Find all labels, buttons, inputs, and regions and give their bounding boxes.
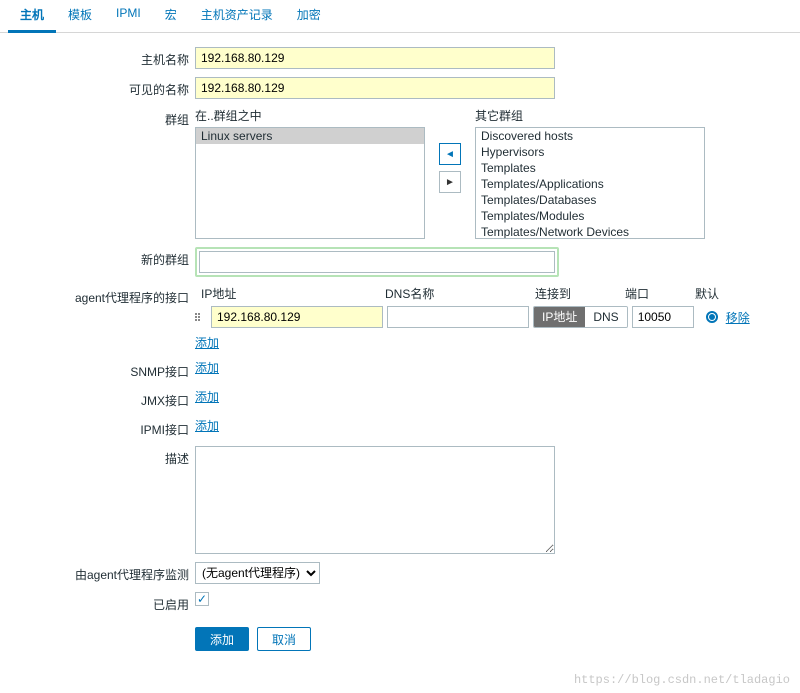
hostname-input[interactable] [195,47,555,69]
tab-encryption[interactable]: 加密 [285,0,333,32]
list-item[interactable]: Templates/Applications [476,176,704,192]
drag-handle-icon[interactable] [195,313,205,321]
list-item[interactable]: Discovered hosts [476,128,704,144]
iface-header-conn: 连接到 [535,285,625,302]
list-item[interactable]: Templates/Databases [476,192,704,208]
connect-to-toggle: IP地址 DNS [533,306,628,328]
tab-templates[interactable]: 模板 [56,0,104,32]
proxy-select[interactable]: (无agent代理程序) [195,562,320,584]
iface-header-ip: IP地址 [195,285,385,302]
watermark-text: https://blog.csdn.net/tladagio [0,669,800,693]
list-item[interactable]: Linux servers [196,128,424,144]
ipmi-add-link[interactable]: 添加 [195,417,219,434]
enabled-checkbox[interactable] [195,592,209,606]
tab-ipmi[interactable]: IPMI [104,0,153,32]
snmp-add-link[interactable]: 添加 [195,359,219,376]
agent-ip-input[interactable] [211,306,383,328]
label-new-group: 新的群组 [0,247,195,268]
connect-ip-button[interactable]: IP地址 [534,307,585,327]
agent-interface-row: IP地址 DNS 移除 [195,306,750,328]
iface-header-def: 默认 [695,285,755,302]
agent-default-radio[interactable] [706,311,718,323]
new-group-input[interactable] [199,251,555,273]
label-jmx-if: JMX接口 [0,388,195,409]
description-textarea[interactable] [195,446,555,554]
list-item[interactable]: Templates [476,160,704,176]
label-hostname: 主机名称 [0,47,195,68]
move-right-button[interactable]: ► [439,171,461,193]
connect-dns-button[interactable]: DNS [585,307,626,327]
label-in-groups: 在..群组之中 [195,107,425,124]
agent-add-link[interactable]: 添加 [195,336,219,350]
label-description: 描述 [0,446,195,467]
tab-inventory[interactable]: 主机资产记录 [189,0,285,32]
agent-dns-input[interactable] [387,306,529,328]
move-left-button[interactable]: ◄ [439,143,461,165]
label-agent-if: agent代理程序的接口 [0,285,195,306]
label-ipmi-if: IPMI接口 [0,417,195,438]
tabs-bar: 主机 模板 IPMI 宏 主机资产记录 加密 [0,0,800,33]
iface-header-port: 端口 [625,285,695,302]
list-item[interactable]: Templates/Network Devices [476,224,704,239]
agent-port-input[interactable] [632,306,694,328]
label-groups: 群组 [0,107,195,128]
label-other-groups: 其它群组 [475,107,705,124]
label-enabled: 已启用 [0,592,195,613]
iface-header-dns: DNS名称 [385,285,535,302]
agent-remove-link[interactable]: 移除 [726,309,750,326]
visiblename-input[interactable] [195,77,555,99]
label-visiblename: 可见的名称 [0,77,195,98]
tab-macros[interactable]: 宏 [153,0,189,32]
list-item[interactable]: Templates/Modules [476,208,704,224]
list-item[interactable]: Hypervisors [476,144,704,160]
submit-add-button[interactable]: 添加 [195,627,249,651]
host-form: 主机名称 可见的名称 群组 在..群组之中 Linux servers ◄ ► [0,33,800,669]
label-snmp-if: SNMP接口 [0,359,195,380]
tab-host[interactable]: 主机 [8,0,56,33]
cancel-button[interactable]: 取消 [257,627,311,651]
in-groups-listbox[interactable]: Linux servers [195,127,425,239]
label-monitored-by: 由agent代理程序监测 [0,562,195,583]
other-groups-listbox[interactable]: Discovered hostsHypervisorsTemplatesTemp… [475,127,705,239]
jmx-add-link[interactable]: 添加 [195,388,219,405]
